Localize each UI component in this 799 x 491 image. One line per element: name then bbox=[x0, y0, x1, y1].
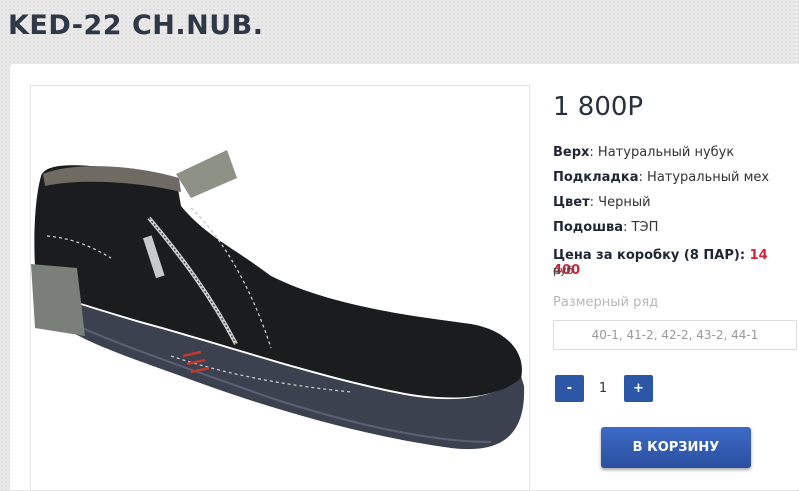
spec-lining: Подкладка: Натуральный мех bbox=[553, 170, 769, 185]
box-price-label: Цена за коробку (8 ПАР): bbox=[553, 248, 750, 263]
spec-upper: Верх: Натуральный нубук bbox=[553, 145, 734, 160]
spec-label: Цвет bbox=[553, 195, 590, 210]
spec-value: : Натуральный нубук bbox=[589, 145, 735, 160]
quantity-decrease-button[interactable]: - bbox=[555, 375, 584, 402]
size-range-label: Размерный ряд bbox=[553, 295, 659, 310]
product-image[interactable] bbox=[30, 85, 530, 490]
spec-label: Верх bbox=[553, 145, 590, 160]
spec-value: : ТЭП bbox=[623, 220, 659, 235]
spec-label: Подошва bbox=[553, 220, 624, 235]
quantity-input[interactable]: 1 bbox=[588, 375, 618, 402]
spec-value: : Натуральный мех bbox=[638, 170, 770, 185]
box-price: Цена за коробку (8 ПАР): 14 400 bbox=[553, 248, 799, 278]
quantity-increase-button[interactable]: + bbox=[624, 375, 653, 402]
product-price: 1 800Р bbox=[553, 92, 644, 122]
product-title: KED-22 CH.NUB. bbox=[8, 10, 264, 41]
size-range-field[interactable]: 40-1, 41-2, 42-2, 43-2, 44-1 bbox=[553, 320, 797, 350]
spec-sole: Подошва: ТЭП bbox=[553, 220, 658, 235]
spec-label: Подкладка bbox=[553, 170, 639, 185]
boot-illustration bbox=[31, 150, 525, 450]
box-price-currency: руб bbox=[553, 264, 574, 277]
spec-color: Цвет: Черный bbox=[553, 195, 651, 210]
spec-value: : Черный bbox=[589, 195, 651, 210]
add-to-cart-button[interactable]: В КОРЗИНУ bbox=[601, 427, 751, 468]
